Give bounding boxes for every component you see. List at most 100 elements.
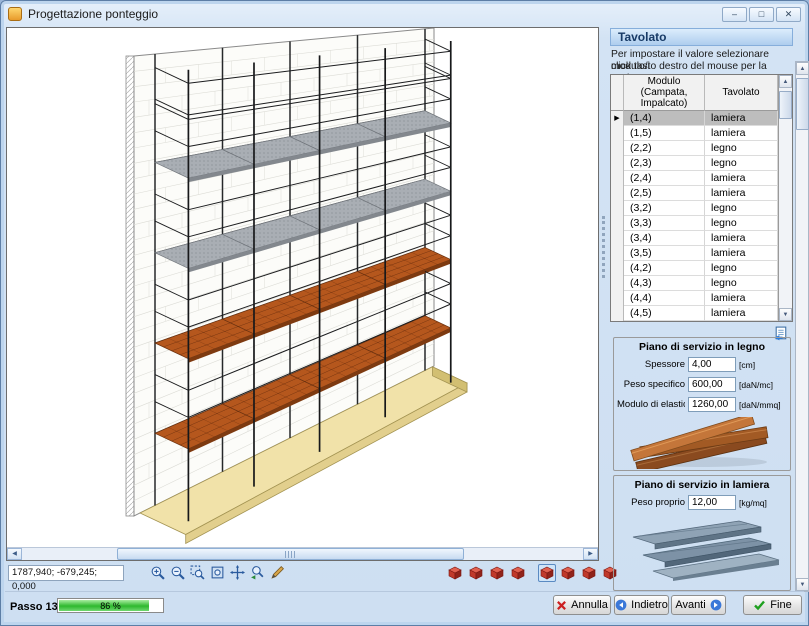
legno-group: Piano di servizio in legno Spessore 4,00… bbox=[613, 337, 791, 471]
deck-type-button-4[interactable] bbox=[509, 564, 527, 582]
cell-modulo[interactable]: (2,4) bbox=[624, 171, 705, 186]
cell-modulo[interactable]: (4,4) bbox=[624, 291, 705, 306]
check-icon bbox=[753, 599, 766, 611]
cell-tavolato[interactable]: lamiera bbox=[705, 171, 778, 186]
legno-group-title: Piano di servizio in legno bbox=[614, 338, 790, 357]
titlebar: Progettazione ponteggio – □ ✕ bbox=[5, 4, 804, 24]
cell-tavolato[interactable]: legno bbox=[705, 201, 778, 216]
panel-splitter[interactable] bbox=[602, 216, 606, 278]
table-row[interactable]: (4,4)lamiera bbox=[611, 291, 792, 306]
avanti-button[interactable]: Avanti bbox=[671, 595, 726, 615]
cell-modulo[interactable]: (3,5) bbox=[624, 246, 705, 261]
col-header-tavolato[interactable]: Tavolato bbox=[705, 75, 778, 111]
cell-tavolato[interactable]: legno bbox=[705, 216, 778, 231]
table-row[interactable]: (4,5)lamiera bbox=[611, 306, 792, 321]
deck-type-button-2[interactable] bbox=[467, 564, 485, 582]
scroll-left-icon[interactable]: ◀ bbox=[7, 548, 22, 560]
table-row[interactable]: (3,5)lamiera bbox=[611, 246, 792, 261]
fine-button[interactable]: Fine bbox=[743, 595, 802, 615]
cell-tavolato[interactable]: lamiera bbox=[705, 231, 778, 246]
cell-tavolato[interactable]: lamiera bbox=[705, 291, 778, 306]
table-scroll-up-icon[interactable]: ▲ bbox=[779, 75, 792, 88]
scroll-track[interactable] bbox=[22, 548, 583, 560]
table-row[interactable]: (4,3)legno bbox=[611, 276, 792, 291]
cell-modulo[interactable]: (3,3) bbox=[624, 216, 705, 231]
cell-modulo[interactable]: (4,5) bbox=[624, 306, 705, 321]
table-row[interactable]: (3,3)legno bbox=[611, 216, 792, 231]
panel-scroll-down-icon[interactable]: ▼ bbox=[796, 578, 809, 591]
horizontal-scrollbar[interactable]: ◀ ▶ bbox=[7, 547, 598, 560]
row-marker bbox=[611, 261, 624, 276]
zoom-in-button[interactable] bbox=[148, 564, 166, 582]
table-row[interactable]: (2,5)lamiera bbox=[611, 186, 792, 201]
modulo-elasticita-input[interactable]: 1260,00 bbox=[688, 397, 736, 412]
deck-type-button-1[interactable] bbox=[446, 564, 464, 582]
table-scroll-thumb[interactable] bbox=[779, 91, 792, 119]
peso-proprio-input[interactable]: 12,00 bbox=[688, 495, 736, 510]
zoom-in-icon bbox=[150, 565, 165, 580]
panel-scroll-thumb[interactable] bbox=[796, 78, 809, 130]
deck-type-button-7[interactable] bbox=[580, 564, 598, 582]
cell-modulo[interactable]: (4,3) bbox=[624, 276, 705, 291]
zoom-extents-button[interactable] bbox=[208, 564, 226, 582]
row-marker bbox=[611, 216, 624, 231]
footer-bar: Passo 13 di 15 86 % Annulla Indietro Ava… bbox=[5, 591, 804, 625]
cell-tavolato[interactable]: lamiera bbox=[705, 111, 778, 126]
measure-button[interactable] bbox=[268, 564, 286, 582]
annulla-button[interactable]: Annulla bbox=[553, 595, 611, 615]
table-row[interactable]: ▶(1,4)lamiera bbox=[611, 111, 792, 126]
deck-type-button-3[interactable] bbox=[488, 564, 506, 582]
panel-scroll-up-icon[interactable]: ▲ bbox=[796, 62, 809, 75]
cell-modulo[interactable]: (3,4) bbox=[624, 231, 705, 246]
zoom-out-button[interactable] bbox=[168, 564, 186, 582]
scroll-thumb[interactable] bbox=[117, 548, 464, 560]
cell-modulo[interactable]: (2,3) bbox=[624, 156, 705, 171]
cell-modulo[interactable]: (1,4) bbox=[624, 111, 705, 126]
minimize-button[interactable]: – bbox=[722, 7, 747, 22]
col-header-modulo[interactable]: Modulo (Campata, Impalcato) bbox=[624, 75, 705, 111]
scaffolding-3d-scene[interactable] bbox=[7, 28, 598, 547]
close-button[interactable]: ✕ bbox=[776, 7, 801, 22]
peso-specifico-unit: [daN/mc] bbox=[739, 380, 787, 390]
cell-modulo[interactable]: (2,2) bbox=[624, 141, 705, 156]
cell-tavolato[interactable]: legno bbox=[705, 276, 778, 291]
indietro-button[interactable]: Indietro bbox=[614, 595, 669, 615]
scene-canvas[interactable] bbox=[7, 28, 598, 547]
row-marker bbox=[611, 231, 624, 246]
panel-scrollbar[interactable]: ▲ ▼ bbox=[795, 61, 809, 592]
cell-modulo[interactable]: (3,2) bbox=[624, 201, 705, 216]
cell-modulo[interactable]: (4,2) bbox=[624, 261, 705, 276]
cell-tavolato[interactable]: lamiera bbox=[705, 126, 778, 141]
row-marker bbox=[611, 141, 624, 156]
table-row[interactable]: (3,4)lamiera bbox=[611, 231, 792, 246]
viewport[interactable]: ◀ ▶ bbox=[6, 27, 599, 561]
zoom-previous-button[interactable] bbox=[248, 564, 266, 582]
table-row[interactable]: (3,2)legno bbox=[611, 201, 792, 216]
cell-tavolato[interactable]: legno bbox=[705, 156, 778, 171]
table-row[interactable]: (2,3)legno bbox=[611, 156, 792, 171]
spessore-input[interactable]: 4,00 bbox=[688, 357, 736, 372]
scroll-right-icon[interactable]: ▶ bbox=[583, 548, 598, 560]
deck-type-button-5[interactable] bbox=[538, 564, 556, 582]
deck-type-toolbar bbox=[446, 563, 619, 582]
peso-specifico-input[interactable]: 600,00 bbox=[688, 377, 736, 392]
table-row[interactable]: (2,4)lamiera bbox=[611, 171, 792, 186]
zoom-window-button[interactable] bbox=[188, 564, 206, 582]
cell-tavolato[interactable]: legno bbox=[705, 261, 778, 276]
zoom-previous-icon bbox=[250, 565, 265, 580]
table-scrollbar[interactable]: ▲ ▼ bbox=[778, 75, 792, 321]
cell-tavolato[interactable]: lamiera bbox=[705, 246, 778, 261]
pan-button[interactable] bbox=[228, 564, 246, 582]
cell-tavolato[interactable]: lamiera bbox=[705, 306, 778, 321]
window-title: Progettazione ponteggio bbox=[28, 7, 158, 21]
table-scroll-down-icon[interactable]: ▼ bbox=[779, 308, 792, 321]
table-row[interactable]: (4,2)legno bbox=[611, 261, 792, 276]
maximize-button[interactable]: □ bbox=[749, 7, 774, 22]
table-row[interactable]: (1,5)lamiera bbox=[611, 126, 792, 141]
cell-tavolato[interactable]: lamiera bbox=[705, 186, 778, 201]
deck-type-button-6[interactable] bbox=[559, 564, 577, 582]
cell-tavolato[interactable]: legno bbox=[705, 141, 778, 156]
cell-modulo[interactable]: (2,5) bbox=[624, 186, 705, 201]
cell-modulo[interactable]: (1,5) bbox=[624, 126, 705, 141]
table-row[interactable]: (2,2)legno bbox=[611, 141, 792, 156]
